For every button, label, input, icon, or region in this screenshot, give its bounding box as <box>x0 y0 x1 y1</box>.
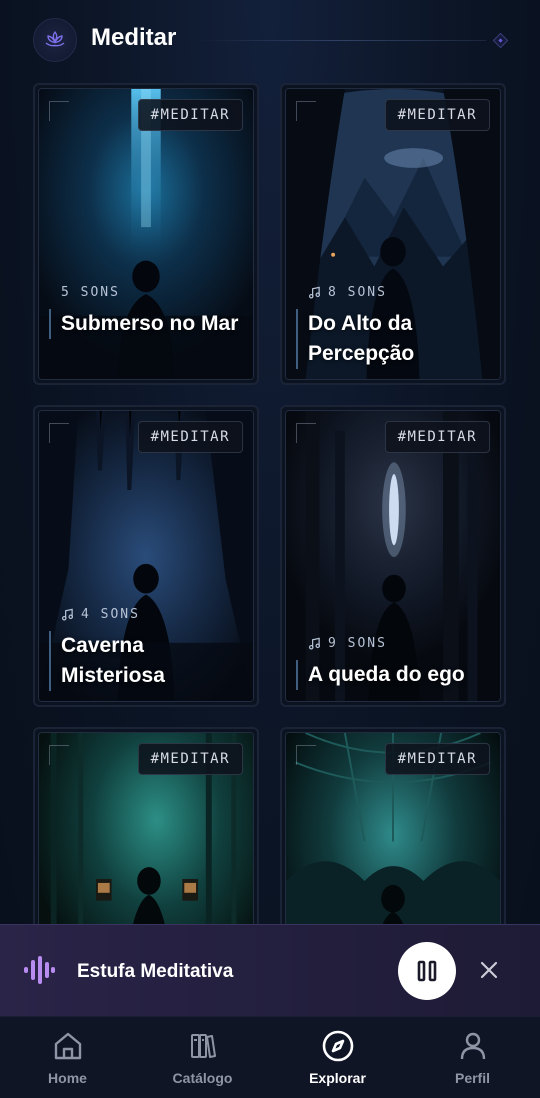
card-frame: #MEDITAR 4 SONS Caverna Misteriosa <box>38 410 254 702</box>
now-playing-title: Estufa Meditativa <box>77 961 234 982</box>
sound-count: 4 SONS <box>61 607 140 622</box>
books-icon <box>190 1034 216 1058</box>
nav-label-explore: Explorar <box>309 1070 366 1086</box>
corner-bracket <box>49 745 69 765</box>
bottom-navigation: Home Catálogo Explorar Perfil <box>0 1016 540 1098</box>
pause-button[interactable] <box>398 942 456 1000</box>
category-tag: #MEDITAR <box>384 99 490 131</box>
category-tag: #MEDITAR <box>384 421 490 453</box>
category-tag: #MEDITAR <box>137 99 243 131</box>
home-icon <box>54 1032 81 1060</box>
pause-icon <box>417 960 437 982</box>
music-note-icon <box>308 637 321 650</box>
app-screen: Meditar #MEDITAR 5 SONS Submerso no Mar … <box>0 0 540 1098</box>
category-tag: #MEDITAR <box>384 743 490 775</box>
playlist-card[interactable]: #MEDITAR 5 SONS Submerso no Mar <box>33 83 259 385</box>
nav-item-profile[interactable]: Perfil <box>405 1017 540 1098</box>
user-icon <box>460 1032 485 1060</box>
playlist-card[interactable]: #MEDITAR 8 SONS Do Alto da Percepção <box>280 83 506 385</box>
nav-item-home[interactable]: Home <box>0 1017 135 1098</box>
category-tag: #MEDITAR <box>137 421 243 453</box>
sound-count: 8 SONS <box>308 285 387 300</box>
card-frame: #MEDITAR 5 SONS Submerso no Mar <box>38 88 254 380</box>
audio-wave-icon <box>24 956 55 984</box>
nav-item-explore[interactable]: Explorar <box>270 1017 405 1098</box>
card-title: Caverna Misteriosa <box>61 634 165 687</box>
card-frame: #MEDITAR 8 SONS Do Alto da Percepção <box>285 88 501 380</box>
card-title: Submerso no Mar <box>61 312 239 335</box>
corner-bracket <box>296 101 316 121</box>
nav-label-home: Home <box>48 1070 87 1086</box>
card-title: Do Alto da Percepção <box>308 312 415 365</box>
card-title: A queda do ego <box>308 663 465 686</box>
close-icon <box>480 961 498 979</box>
corner-bracket <box>296 423 316 443</box>
compass-icon <box>322 1030 353 1062</box>
music-note-icon <box>61 608 74 621</box>
card-title-block: Caverna Misteriosa <box>49 631 251 691</box>
nav-label-profile: Perfil <box>454 1070 490 1086</box>
sound-count: 9 SONS <box>308 636 387 651</box>
category-tag: #MEDITAR <box>137 743 243 775</box>
sound-count: 5 SONS <box>61 285 120 300</box>
close-player-button[interactable] <box>474 955 504 985</box>
card-title-block: Do Alto da Percepção <box>296 309 498 369</box>
card-title-block: A queda do ego <box>296 660 498 690</box>
playlist-card[interactable]: #MEDITAR 4 SONS Caverna Misteriosa <box>33 405 259 707</box>
mini-player[interactable]: Estufa Meditativa <box>0 924 540 1016</box>
sound-count-label: 8 SONS <box>328 285 387 300</box>
card-frame: #MEDITAR 9 SONS A queda do ego <box>285 410 501 702</box>
sound-count-label: 9 SONS <box>328 636 387 651</box>
nav-item-catalog[interactable]: Catálogo <box>135 1017 270 1098</box>
music-note-icon <box>308 286 321 299</box>
corner-bracket <box>49 101 69 121</box>
playlist-card[interactable]: #MEDITAR 9 SONS A queda do ego <box>280 405 506 707</box>
sound-count-label: 5 SONS <box>61 285 120 300</box>
sound-count-label: 4 SONS <box>81 607 140 622</box>
card-title-block: Submerso no Mar <box>49 309 251 339</box>
corner-bracket <box>49 423 69 443</box>
card-artwork-forest-light <box>286 411 500 701</box>
nav-label-catalog: Catálogo <box>172 1070 233 1086</box>
corner-bracket <box>296 745 316 765</box>
